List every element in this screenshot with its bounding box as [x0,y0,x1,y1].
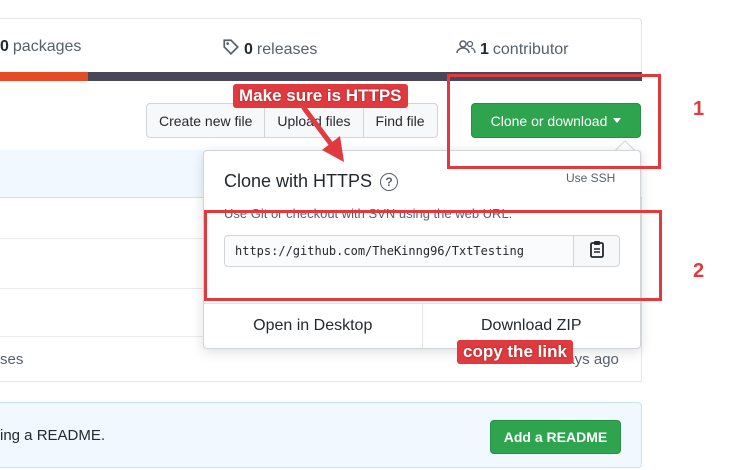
annotation-step-1: 1 [693,98,705,120]
open-in-desktop-button[interactable]: Open in Desktop [204,304,423,348]
releases-label: releases [256,40,318,58]
question-icon[interactable]: ? [380,172,399,191]
contributors-count: 1 [480,40,489,58]
annotation-step-2: 2 [693,260,705,282]
file-row-name[interactable]: ses [0,351,23,368]
find-file-button[interactable]: Find file [364,104,437,137]
packages-count: 0 [0,38,9,55]
people-icon [456,38,476,61]
file-actions-group: Create new file Upload files Find file [146,103,438,138]
releases-count: 0 [244,40,253,58]
use-ssh-link[interactable]: Use SSH [566,171,615,185]
packages-link[interactable]: 0 packages [0,38,81,56]
clone-dropdown-footer: Open in Desktop Download ZIP [204,303,640,348]
annotation-box-2 [204,210,662,301]
annotation-make-sure-https: Make sure is HTTPS [233,84,408,108]
add-readme-button[interactable]: Add a README [490,420,621,454]
annotation-box-1 [447,74,661,169]
clone-title-text: Clone with HTTPS [224,171,373,191]
tag-icon [222,38,240,61]
create-new-file-button[interactable]: Create new file [147,104,266,137]
readme-banner-text: ing a README. [0,427,106,444]
language-bar-segment[interactable] [0,72,88,81]
annotation-copy-the-link: copy the link [457,340,573,364]
releases-link[interactable]: 0 releases [222,38,317,61]
annotation-arrow-icon [301,105,344,162]
packages-label: packages [12,38,82,55]
clone-title: Clone with HTTPS ? [224,171,399,192]
contributors-label: contributor [492,40,569,58]
contributors-link[interactable]: 1 contributor [456,38,569,61]
